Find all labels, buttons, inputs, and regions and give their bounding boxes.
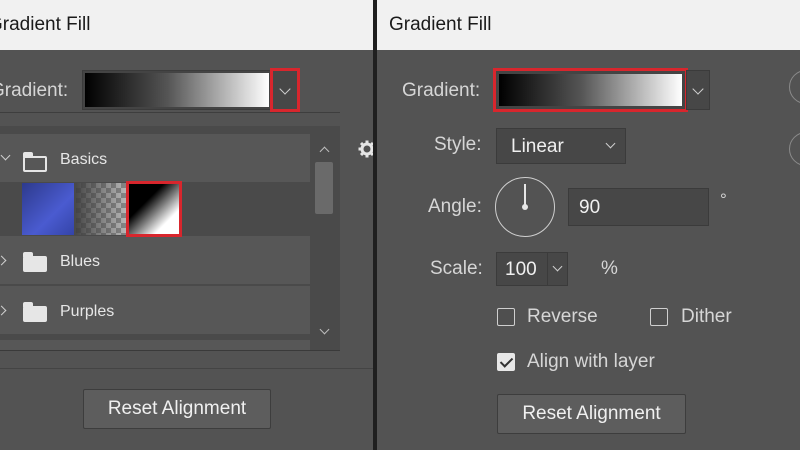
chevron-down-icon[interactable] <box>0 150 11 161</box>
partial-circle-icon <box>789 70 800 104</box>
chevron-down-icon <box>279 83 291 95</box>
swatch-black-white-selected[interactable] <box>126 181 182 237</box>
degree-symbol: ° <box>720 190 727 209</box>
chevron-down-icon[interactable] <box>552 261 563 272</box>
right-gradient-label: Gradient: <box>402 80 481 101</box>
chevron-right-icon[interactable] <box>0 255 7 266</box>
right-reset-alignment-button[interactable]: Reset Alignment <box>497 394 686 434</box>
left-gradient-fill-panel: Gradient Fill Gradient: Basics Blues <box>0 0 373 450</box>
left-gradient-label: Gradient: <box>0 80 69 101</box>
right-gradient-dropdown-button[interactable] <box>686 70 710 110</box>
angle-input-value: 90 <box>579 197 601 218</box>
align-with-layer-label: Align with layer <box>527 351 655 372</box>
left-separator <box>0 112 340 113</box>
angle-input[interactable]: 90 <box>568 188 709 226</box>
gear-icon[interactable] <box>358 140 373 158</box>
folder-label-basics: Basics <box>60 151 108 168</box>
chevron-down-icon <box>605 138 616 149</box>
percent-symbol: % <box>601 258 618 279</box>
right-panel-title: Gradient Fill <box>389 14 492 35</box>
dither-label: Dither <box>681 306 732 327</box>
folder-open-icon <box>23 152 47 172</box>
scale-input-value: 100 <box>505 259 537 280</box>
folder-icon <box>23 252 47 272</box>
list-item-basics[interactable]: Basics <box>0 134 310 182</box>
folder-icon <box>23 302 47 322</box>
right-gradient-preview <box>499 74 682 106</box>
left-bottom-separator <box>0 368 373 369</box>
left-gradient-preview <box>85 73 269 107</box>
left-panel-title: Gradient Fill <box>0 14 91 35</box>
dither-checkbox[interactable] <box>650 308 668 326</box>
angle-label: Angle: <box>428 196 482 217</box>
right-gradient-field[interactable] <box>493 68 688 112</box>
scrollbar-thumb[interactable] <box>315 162 333 214</box>
chevron-down-icon <box>692 83 704 95</box>
swatch-blue[interactable] <box>22 183 74 235</box>
left-gradient-field[interactable] <box>82 70 272 110</box>
style-select[interactable]: Linear <box>496 128 626 164</box>
gradient-preset-list[interactable]: Basics Blues Purples <box>0 126 340 351</box>
folder-label-purples: Purples <box>60 303 115 320</box>
swatch-transparent[interactable] <box>76 183 128 235</box>
right-title-bar: Gradient Fill <box>377 0 800 50</box>
list-item-blues[interactable]: Blues <box>0 236 310 284</box>
right-gradient-fill-panel: Gradient Fill Gradient: Style: Linear An… <box>377 0 800 450</box>
scale-label: Scale: <box>430 258 483 279</box>
list-item-partial <box>0 340 310 350</box>
style-label: Style: <box>434 134 482 155</box>
partial-circle-icon <box>789 132 800 166</box>
style-select-value: Linear <box>511 136 564 157</box>
align-with-layer-checkbox[interactable] <box>497 353 515 371</box>
left-title-bar: Gradient Fill <box>0 0 373 50</box>
angle-dial[interactable] <box>495 177 555 237</box>
scale-input[interactable]: 100 <box>496 252 568 286</box>
left-reset-alignment-button[interactable]: Reset Alignment <box>83 389 271 429</box>
left-gradient-dropdown-button[interactable] <box>270 68 300 112</box>
list-item-purples[interactable]: Purples <box>0 286 310 334</box>
reverse-checkbox[interactable] <box>497 308 515 326</box>
chevron-right-icon[interactable] <box>0 305 7 316</box>
reverse-label: Reverse <box>527 306 598 327</box>
folder-label-blues: Blues <box>60 253 101 270</box>
angle-dial-center <box>522 204 528 210</box>
